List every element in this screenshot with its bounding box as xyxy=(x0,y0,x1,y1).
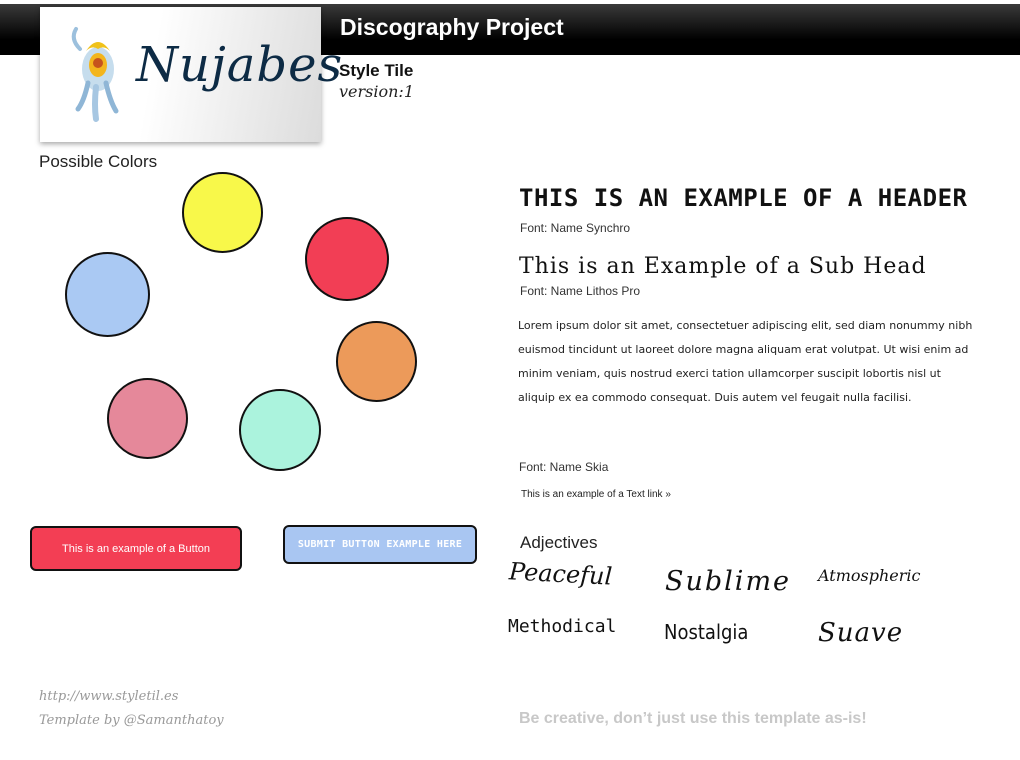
adjective-atmospheric: Atmospheric xyxy=(818,566,921,585)
style-tile-version: version:1 xyxy=(339,82,414,101)
colors-label: Possible Colors xyxy=(39,152,158,171)
header-font-note: Font: Name Synchro xyxy=(520,221,631,235)
body-text-example: Lorem ipsum dolor sit amet, consectetuer… xyxy=(518,319,973,404)
text-link-example[interactable]: This is an example of a Text link » xyxy=(521,489,671,500)
color-swatch-yellow xyxy=(182,172,263,253)
color-swatch-mint xyxy=(239,389,321,471)
submit-button[interactable]: SUBMIT BUTTON EXAMPLE HERE xyxy=(283,525,477,564)
header-example: THIS IS AN EXAMPLE OF A HEADER xyxy=(519,184,968,212)
subhead-example: This is an Example of a Sub Head xyxy=(519,254,927,279)
adjectives-label: Adjectives xyxy=(520,533,598,552)
color-swatch-red xyxy=(305,217,389,301)
footer-url: http://www.styletil.es xyxy=(39,689,179,704)
subhead-font-note: Font: Name Lithos Pro xyxy=(520,284,641,298)
logo-text: Nujabes xyxy=(136,37,344,93)
adjective-nostalgia: Nostalgia xyxy=(664,620,749,644)
adjective-suave: Suave xyxy=(818,618,904,648)
style-tile-title: Style Tile xyxy=(339,61,414,80)
color-swatch-blue xyxy=(65,252,150,337)
adjective-peaceful: Peaceful xyxy=(508,557,613,591)
footer-credit: Template by @Samanthatoy xyxy=(39,713,224,728)
logo-figure-icon xyxy=(71,27,119,122)
color-swatch-orange xyxy=(336,321,417,402)
project-title: Discography Project xyxy=(340,14,564,40)
adjective-sublime: Sublime xyxy=(665,566,792,597)
body-font-note: Font: Name Skia xyxy=(519,460,609,474)
example-button[interactable]: This is an example of a Button xyxy=(30,526,242,571)
footer-note: Be creative, don’t just use this templat… xyxy=(519,710,867,727)
logo: Nujabes xyxy=(40,7,342,142)
adjective-methodical: Methodical xyxy=(508,616,617,637)
color-swatch-pink xyxy=(107,378,188,459)
